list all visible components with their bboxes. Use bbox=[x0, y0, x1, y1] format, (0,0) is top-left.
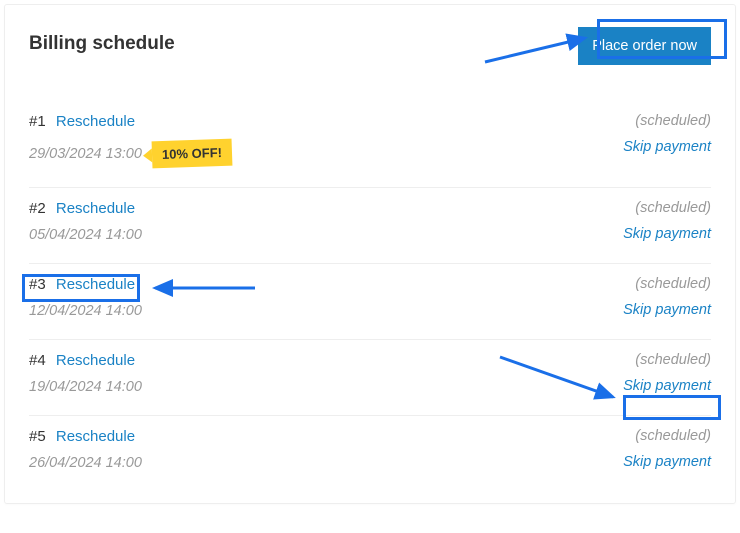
skip-payment-link[interactable]: Skip payment bbox=[623, 139, 711, 155]
schedule-status: (scheduled) bbox=[623, 276, 711, 292]
schedule-item: #4 Reschedule 19/04/2024 14:00 (schedule… bbox=[29, 340, 711, 416]
header-row: Billing schedule Place order now bbox=[29, 33, 711, 71]
schedule-date: 26/04/2024 14:00 bbox=[29, 455, 142, 471]
schedule-number: #4 bbox=[29, 352, 46, 369]
schedule-status: (scheduled) bbox=[623, 352, 711, 368]
schedule-date: 19/04/2024 14:00 bbox=[29, 379, 142, 395]
skip-payment-link[interactable]: Skip payment bbox=[623, 302, 711, 318]
billing-schedule-card: Billing schedule Place order now #1 Resc… bbox=[4, 4, 736, 504]
schedule-item: #3 Reschedule 12/04/2024 14:00 (schedule… bbox=[29, 264, 711, 340]
schedule-date: 05/04/2024 14:00 bbox=[29, 227, 142, 243]
schedule-item: #5 Reschedule 26/04/2024 14:00 (schedule… bbox=[29, 416, 711, 491]
reschedule-link[interactable]: Reschedule bbox=[56, 352, 135, 369]
schedule-number: #1 bbox=[29, 113, 46, 130]
skip-payment-link[interactable]: Skip payment bbox=[623, 226, 711, 242]
schedule-date: 12/04/2024 14:00 bbox=[29, 303, 142, 319]
place-order-button[interactable]: Place order now bbox=[578, 27, 711, 65]
schedule-item: #1 Reschedule 29/03/2024 13:00 10% OFF! … bbox=[29, 101, 711, 188]
reschedule-link[interactable]: Reschedule bbox=[56, 428, 135, 445]
schedule-status: (scheduled) bbox=[623, 428, 711, 444]
schedule-item: #2 Reschedule 05/04/2024 14:00 (schedule… bbox=[29, 188, 711, 264]
schedule-status: (scheduled) bbox=[623, 113, 711, 129]
reschedule-link[interactable]: Reschedule bbox=[56, 200, 135, 217]
schedule-number: #2 bbox=[29, 200, 46, 217]
schedule-number: #3 bbox=[29, 276, 46, 293]
reschedule-link[interactable]: Reschedule bbox=[56, 113, 135, 130]
schedule-status: (scheduled) bbox=[623, 200, 711, 216]
discount-badge: 10% OFF! bbox=[151, 139, 232, 169]
skip-payment-link[interactable]: Skip payment bbox=[623, 454, 711, 470]
reschedule-link[interactable]: Reschedule bbox=[56, 276, 135, 293]
schedule-number: #5 bbox=[29, 428, 46, 445]
skip-payment-link[interactable]: Skip payment bbox=[623, 378, 711, 394]
schedule-date: 29/03/2024 13:00 bbox=[29, 146, 142, 162]
page-title: Billing schedule bbox=[29, 33, 175, 55]
